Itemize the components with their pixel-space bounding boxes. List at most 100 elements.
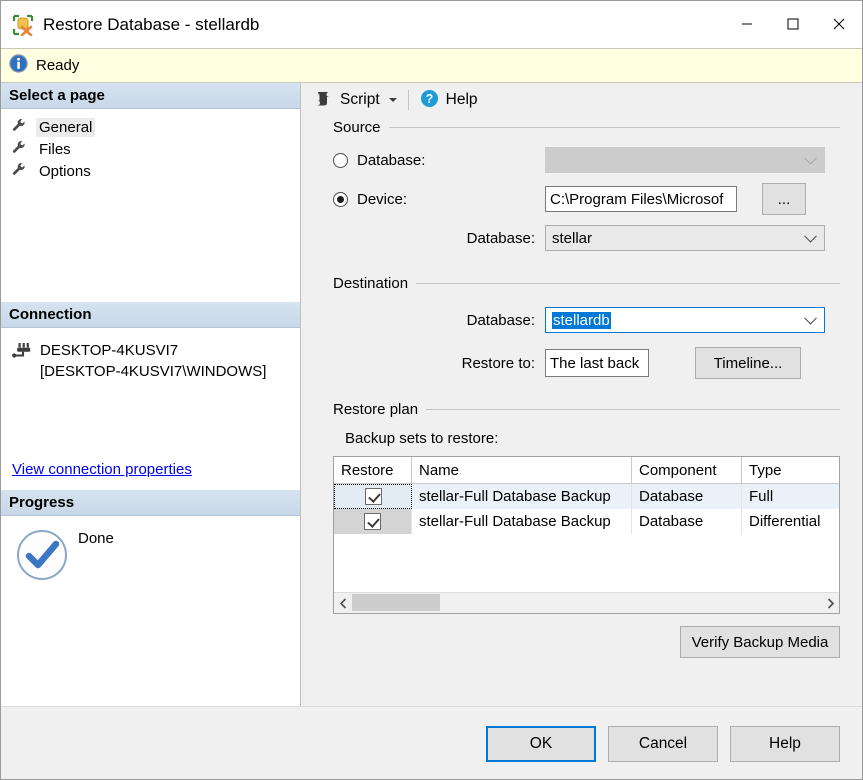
help-button-footer[interactable]: Help xyxy=(730,726,840,762)
chevron-left-icon[interactable] xyxy=(334,597,352,609)
wrench-icon xyxy=(12,118,27,137)
column-header-type[interactable]: Type xyxy=(742,457,839,483)
source-device-database-row: Database: stellar xyxy=(333,225,840,251)
progress-header: Progress xyxy=(1,490,300,516)
sidebar-item-files[interactable]: Files xyxy=(1,138,300,160)
script-button[interactable]: Script xyxy=(309,87,402,113)
source-device-database-label: Database: xyxy=(466,229,535,247)
close-button[interactable] xyxy=(816,1,862,47)
page-list: General Files Options xyxy=(1,109,300,182)
info-icon xyxy=(9,54,28,77)
cancel-button[interactable]: Cancel xyxy=(608,726,718,762)
source-device-database-value: stellar xyxy=(552,229,593,247)
source-database-combo xyxy=(545,147,825,173)
scrollbar-track[interactable] xyxy=(352,593,821,613)
destination-restore-to-label: Restore to: xyxy=(461,354,535,372)
browse-device-button[interactable]: ... xyxy=(762,183,806,215)
chevron-down-icon[interactable] xyxy=(804,229,817,243)
connection-server-line2: [DESKTOP-4KUSVI7\WINDOWS] xyxy=(40,363,267,380)
chevron-down-icon xyxy=(804,151,817,165)
help-button[interactable]: ? Help xyxy=(415,87,483,113)
group-divider xyxy=(416,282,840,284)
window-title: Restore Database - stellardb xyxy=(43,14,260,34)
source-device-database-combo[interactable]: stellar xyxy=(545,225,825,251)
minimize-button[interactable] xyxy=(724,1,770,47)
script-label: Script xyxy=(340,91,380,108)
destination-database-label-wrap: Database: xyxy=(333,312,545,329)
source-device-database-label-wrap: Database: xyxy=(333,230,545,247)
server-connection-icon xyxy=(12,342,31,382)
sidebar-item-general[interactable]: General xyxy=(1,116,300,138)
backup-sets-label: Backup sets to restore: xyxy=(345,430,499,447)
right-pane: Script ? Help Source Database: Device: C… xyxy=(301,83,862,706)
restore-checkbox[interactable] xyxy=(364,513,381,530)
cell-name: stellar-Full Database Backup xyxy=(412,509,632,534)
chevron-right-icon[interactable] xyxy=(821,597,839,609)
maximize-button[interactable] xyxy=(770,1,816,47)
wrench-icon xyxy=(12,140,27,159)
source-device-radio[interactable] xyxy=(333,191,348,207)
restore-checkbox-cell[interactable] xyxy=(334,509,412,534)
source-database-row: Database: xyxy=(333,147,840,173)
title-bar: Restore Database - stellardb xyxy=(1,1,862,48)
status-bar: Ready xyxy=(1,48,862,83)
table-row[interactable]: stellar-Full Database Backup Database Di… xyxy=(334,509,839,534)
progress-status: Done xyxy=(78,530,114,547)
destination-database-label: Database: xyxy=(466,311,535,329)
view-connection-properties-link[interactable]: View connection properties xyxy=(12,461,192,478)
sidebar-item-label: Files xyxy=(39,140,71,158)
general-page-content: Source Database: Device: C:\Program File… xyxy=(301,117,862,706)
sidebar-item-label: Options xyxy=(39,162,91,180)
group-divider xyxy=(388,126,840,128)
source-database-radio-wrap[interactable]: Database: xyxy=(333,152,545,169)
connection-server-text: DESKTOP-4KUSVI7 [DESKTOP-4KUSVI7\WINDOWS… xyxy=(40,340,266,382)
progress-panel: Done xyxy=(1,516,300,706)
footer-buttons: OK Cancel Help xyxy=(486,726,840,762)
verify-button-row: Verify Backup Media xyxy=(333,626,840,658)
destination-restore-to-label-wrap: Restore to: xyxy=(333,355,545,372)
verify-backup-media-button[interactable]: Verify Backup Media xyxy=(680,626,840,658)
column-header-component[interactable]: Component xyxy=(632,457,742,483)
source-device-label: Device: xyxy=(357,190,408,208)
cell-type: Full xyxy=(742,484,839,509)
restore-checkbox[interactable] xyxy=(364,488,382,505)
destination-database-combo[interactable]: stellardb xyxy=(545,307,825,333)
sidebar-item-options[interactable]: Options xyxy=(1,160,300,182)
destination-group-title: Destination xyxy=(333,274,409,292)
table-header-row: Restore Name Component Type xyxy=(334,457,839,484)
column-header-restore[interactable]: Restore xyxy=(334,457,412,483)
chevron-down-icon[interactable] xyxy=(804,311,817,325)
restore-database-icon xyxy=(12,14,34,36)
check-circle-icon xyxy=(15,528,69,586)
destination-restore-to-row: Restore to: The last back Timeline... xyxy=(333,347,840,379)
restore-database-dialog: Restore Database - stellardb Ready Selec… xyxy=(0,0,863,780)
connection-header: Connection xyxy=(1,302,300,328)
table-row[interactable]: stellar-Full Database Backup Database Fu… xyxy=(334,484,839,509)
cell-name: stellar-Full Database Backup xyxy=(412,484,632,509)
destination-database-value: stellardb xyxy=(552,311,611,329)
ok-button[interactable]: OK xyxy=(486,726,596,762)
source-device-row: Device: C:\Program Files\Microsof ... xyxy=(333,183,840,215)
source-device-path-input[interactable]: C:\Program Files\Microsof xyxy=(545,186,737,212)
source-database-radio[interactable] xyxy=(333,152,348,168)
table-horizontal-scrollbar[interactable] xyxy=(334,592,839,613)
restore-to-value: The last back xyxy=(550,354,640,372)
toolbar: Script ? Help xyxy=(301,83,862,117)
group-divider xyxy=(426,408,840,410)
source-device-radio-wrap[interactable]: Device: xyxy=(333,191,545,208)
restore-plan-group-header: Restore plan xyxy=(333,399,840,419)
table-empty-area xyxy=(334,534,839,592)
scrollbar-thumb[interactable] xyxy=(352,594,440,611)
status-text: Ready xyxy=(36,57,80,74)
restore-to-input[interactable]: The last back xyxy=(545,349,649,377)
wrench-icon xyxy=(12,162,27,181)
column-header-name[interactable]: Name xyxy=(412,457,632,483)
source-device-path-value: C:\Program Files\Microsof xyxy=(550,190,724,208)
chevron-down-icon[interactable] xyxy=(388,98,397,102)
timeline-button[interactable]: Timeline... xyxy=(695,347,801,379)
restore-checkbox-cell[interactable] xyxy=(334,484,412,509)
help-label: Help xyxy=(445,91,478,108)
source-group-title: Source xyxy=(333,118,381,136)
cell-component: Database xyxy=(632,484,742,509)
dialog-footer: OK Cancel Help xyxy=(1,706,862,779)
